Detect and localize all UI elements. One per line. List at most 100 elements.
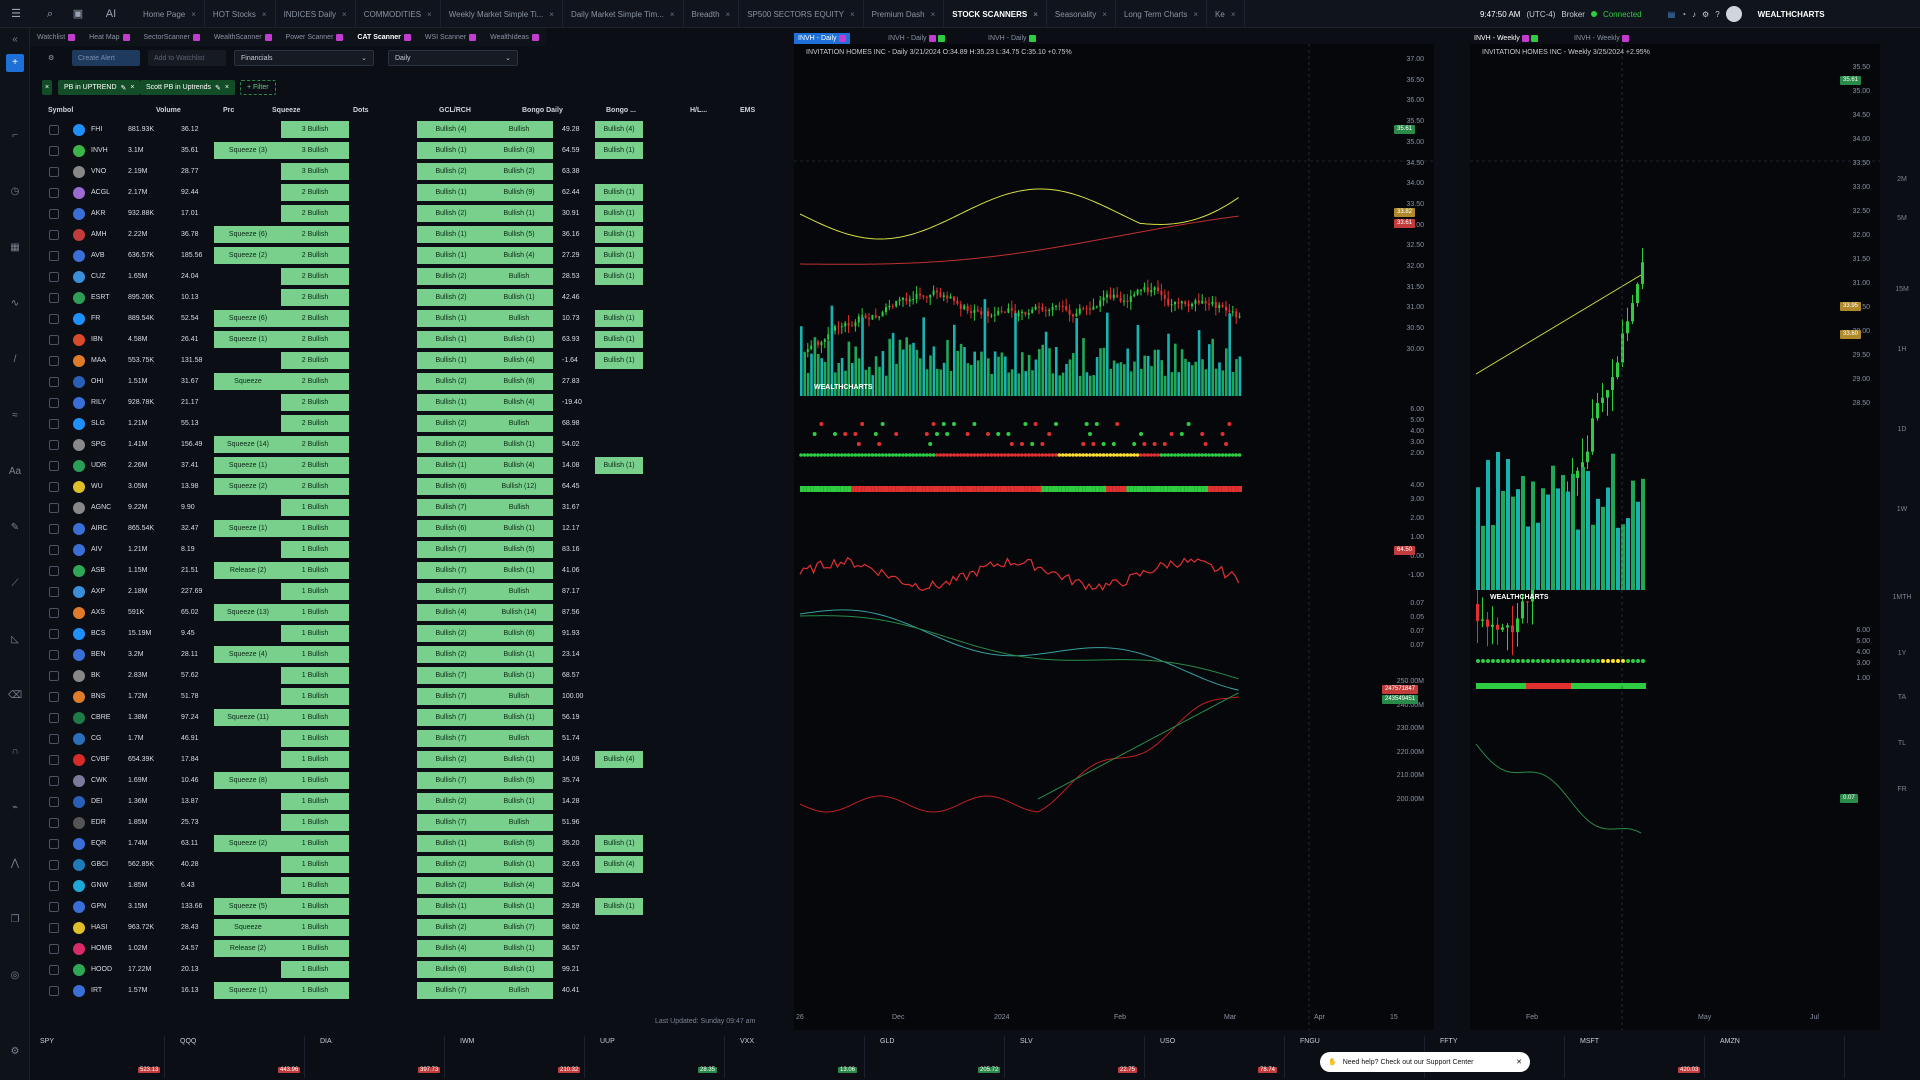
timeframe-5m[interactable]: 5M: [1890, 215, 1914, 222]
chart-tab-daily[interactable]: INVH - Daily: [794, 33, 850, 44]
col-header-volume[interactable]: Volume: [156, 103, 181, 117]
workspace-tab[interactable]: SP500 SECTORS EQUITY ×: [739, 0, 864, 28]
timeframe-tl[interactable]: TL: [1890, 740, 1914, 747]
close-icon[interactable]: ×: [726, 10, 731, 19]
chart-tab-weekly[interactable]: INVH - Weekly: [1470, 33, 1542, 44]
row-checkbox[interactable]: [49, 524, 59, 534]
timeframe-1d[interactable]: 1D: [1890, 426, 1914, 433]
timeframe-2m[interactable]: 2M: [1890, 176, 1914, 183]
table-row[interactable]: BK 2.83M 57.62 1 Bullish Bullish (7) Bullish …: [40, 665, 795, 686]
settings-gear-icon[interactable]: ⚙: [42, 50, 60, 66]
close-icon[interactable]: ×: [549, 10, 554, 19]
row-checkbox[interactable]: [49, 902, 59, 912]
col-header-bongo-daily[interactable]: Bongo Daily: [522, 103, 563, 117]
row-checkbox[interactable]: [49, 209, 59, 219]
text-icon[interactable]: Aa: [8, 466, 22, 480]
row-checkbox[interactable]: [49, 146, 59, 156]
table-row[interactable]: BNS 1.72M 51.78 1 Bullish Bullish (7) Bullish…: [40, 686, 795, 707]
close-icon[interactable]: ×: [1231, 10, 1236, 19]
panel-tab[interactable]: Watchlist: [30, 28, 82, 46]
close-icon[interactable]: ×: [850, 10, 855, 19]
line-icon[interactable]: /: [8, 354, 22, 368]
close-icon[interactable]: ×: [931, 10, 936, 19]
row-checkbox[interactable]: [49, 482, 59, 492]
calendar-icon[interactable]: ▦: [8, 242, 22, 256]
row-checkbox[interactable]: [49, 545, 59, 555]
table-row[interactable]: FHI 881.93K 36.12 3 Bullish Bullish (4) Bulli…: [40, 119, 795, 140]
pattern-icon[interactable]: ⋀: [8, 858, 22, 872]
table-row[interactable]: AMH 2.22M 36.78 Squeeze (6) 2 Bullish Bullish…: [40, 224, 795, 245]
row-checkbox[interactable]: [49, 881, 59, 891]
measure-icon[interactable]: ◺: [8, 634, 22, 648]
table-row[interactable]: DEI 1.36M 13.87 1 Bullish Bullish (2) Bullish…: [40, 791, 795, 812]
table-row[interactable]: AGNC 9.22M 9.90 1 Bullish Bullish (7) Bullish…: [40, 497, 795, 518]
panel-tab[interactable]: CAT Scanner: [350, 28, 417, 46]
col-header-squeeze[interactable]: Squeeze: [272, 103, 300, 117]
weekly-chart-canvas[interactable]: [1470, 44, 1880, 1030]
row-checkbox[interactable]: [49, 734, 59, 744]
col-header-gcl[interactable]: GCL/RCH: [439, 103, 471, 117]
row-checkbox[interactable]: [49, 377, 59, 387]
workspace-tab[interactable]: STOCK SCANNERS ×: [944, 0, 1047, 28]
layouts-icon[interactable]: ▣: [70, 6, 86, 22]
row-checkbox[interactable]: [49, 440, 59, 450]
table-row[interactable]: SLG 1.21M 55.13 2 Bullish Bullish (2) Bullish…: [40, 413, 795, 434]
table-row[interactable]: ASB 1.15M 21.51 Release (2) 1 Bullish Bullish…: [40, 560, 795, 581]
table-row[interactable]: CBRE 1.38M 97.24 Squeeze (11) 1 Bullish Bulli…: [40, 707, 795, 728]
row-checkbox[interactable]: [49, 629, 59, 639]
bell-icon[interactable]: ♪: [1692, 10, 1696, 19]
table-row[interactable]: CUZ 1.65M 24.04 2 Bullish Bullish (2) Bullish…: [40, 266, 795, 287]
table-row[interactable]: IBN 4.58M 26.41 Squeeze (1) 2 Bullish Bullish…: [40, 329, 795, 350]
row-checkbox[interactable]: [49, 776, 59, 786]
ai-icon[interactable]: AI: [98, 6, 124, 22]
fib-icon[interactable]: ≈: [8, 410, 22, 424]
close-icon[interactable]: ×: [427, 10, 432, 19]
close-icon[interactable]: ✕: [1516, 1058, 1522, 1066]
col-header-symbol[interactable]: Symbol: [48, 103, 73, 117]
daily-chart-canvas[interactable]: [794, 44, 1434, 1030]
ticker-card[interactable]: MSFT 420.03: [1570, 1036, 1705, 1078]
ticker-card[interactable]: IWM 210.32: [450, 1036, 585, 1078]
row-checkbox[interactable]: [49, 125, 59, 135]
workspace-tab[interactable]: Breadth ×: [684, 0, 740, 28]
panel-tab[interactable]: Power Scanner: [279, 28, 351, 46]
workspace-tab[interactable]: Home Page ×: [135, 0, 205, 28]
close-icon[interactable]: ×: [1033, 10, 1038, 19]
alert-icon[interactable]: ◔: [1681, 10, 1686, 19]
collapse-icon[interactable]: «: [8, 34, 22, 48]
table-row[interactable]: GBCI 562.85K 40.28 1 Bullish Bullish (2) Bull…: [40, 854, 795, 875]
panel-tab[interactable]: WealthScanner: [207, 28, 279, 46]
table-row[interactable]: AIRC 865.54K 32.47 Squeeze (1) 1 Bullish Bull…: [40, 518, 795, 539]
timeframe-fr[interactable]: FR: [1890, 786, 1914, 793]
gear-icon[interactable]: ⚙: [1702, 10, 1709, 19]
row-checkbox[interactable]: [49, 860, 59, 870]
row-checkbox[interactable]: [49, 461, 59, 471]
table-row[interactable]: AXS 591K 65.02 Squeeze (13) 1 Bullish Bullish…: [40, 602, 795, 623]
table-row[interactable]: CWK 1.69M 10.46 Squeeze (8) 1 Bullish Bullish…: [40, 770, 795, 791]
add-icon[interactable]: +: [6, 54, 24, 72]
table-row[interactable]: ACGL 2.17M 92.44 2 Bullish Bullish (1) Bullis…: [40, 182, 795, 203]
chart-tab-daily-3[interactable]: INVH - Daily: [984, 33, 1040, 44]
table-row[interactable]: MAA 553.75K 131.58 2 Bullish Bullish (1) Bull…: [40, 350, 795, 371]
close-icon[interactable]: ×: [191, 10, 196, 19]
row-checkbox[interactable]: [49, 923, 59, 933]
timeframe-ta[interactable]: TA: [1890, 694, 1914, 701]
row-checkbox[interactable]: [49, 419, 59, 429]
row-checkbox[interactable]: [49, 167, 59, 177]
row-checkbox[interactable]: [49, 188, 59, 198]
broker-label[interactable]: Broker: [1561, 10, 1585, 19]
timeframe-1h[interactable]: 1H: [1890, 346, 1914, 353]
eraser-icon[interactable]: ⌫: [8, 690, 22, 704]
row-checkbox[interactable]: [49, 314, 59, 324]
panel-tab[interactable]: WSI Scanner: [418, 28, 483, 46]
row-checkbox[interactable]: [49, 230, 59, 240]
row-checkbox[interactable]: [49, 713, 59, 723]
ticker-card[interactable]: VXX 13.06: [730, 1036, 865, 1078]
table-row[interactable]: UDR 2.26M 37.41 Squeeze (1) 2 Bullish Bullish…: [40, 455, 795, 476]
avatar[interactable]: [1725, 6, 1742, 22]
timeframe-15m[interactable]: 15M: [1890, 286, 1914, 293]
sector-select[interactable]: Financials ⌄: [234, 50, 374, 66]
table-row[interactable]: CG 1.7M 46.91 1 Bullish Bullish (7) Bullish 51…: [40, 728, 795, 749]
table-row[interactable]: RILY 928.78K 21.17 2 Bullish Bullish (1) Bull…: [40, 392, 795, 413]
menu-icon[interactable]: ☰: [8, 6, 24, 22]
